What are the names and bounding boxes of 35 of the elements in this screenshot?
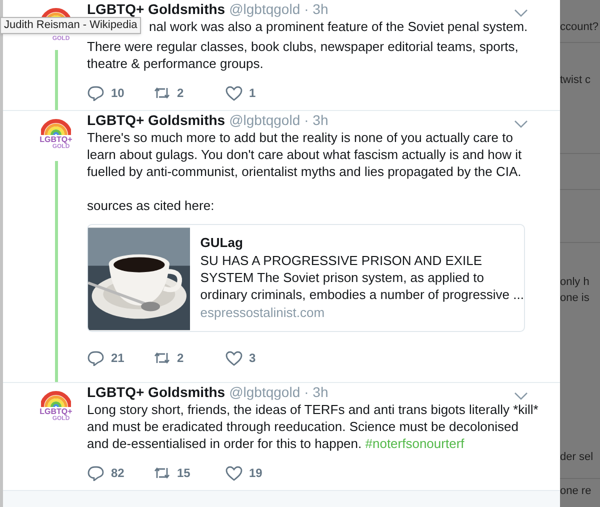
tweet-text: There's so much more to add but the reality is none of you actually care to learn about gulags. You don't care about what fascism actually is and how it fuelled by anti-communist, orientalist myths and lies propagated by the CIA. — [87, 129, 523, 180]
background-text: only h — [560, 275, 590, 290]
background-text: der sel — [560, 450, 594, 465]
link-card[interactable]: GULag SU HAS A PROGRESSIVE PRISON AND EXILE SYSTEM The Soviet prison system, as applied to ordinary criminals, embodies a number of progressive ... espressostalinist.com — [87, 224, 525, 332]
author-handle[interactable]: @lgbtqgold — [229, 384, 300, 400]
background-text: one is — [560, 291, 590, 306]
hashtag-link[interactable]: #noterfsonourterf — [365, 436, 464, 451]
like-count[interactable]: 3 — [249, 349, 256, 367]
retweet-count[interactable]: 15 — [177, 464, 190, 482]
card-title: GULag — [200, 234, 244, 251]
card-description: SU HAS A PROGRESSIVE PRISON AND EXILE SYSTEM The Soviet prison system, as applied to ordinary criminals, embodies a number of progressive ... — [200, 252, 524, 303]
tweet-text: nal work was also a prominent feature of the Soviet penal system. — [149, 18, 528, 35]
tooltip: Judith Reisman - Wikipedia — [0, 17, 142, 34]
timestamp[interactable]: · 3h — [304, 384, 328, 400]
reply-count[interactable]: 10 — [111, 84, 124, 102]
timestamp[interactable]: · 3h — [304, 1, 328, 17]
reply-count[interactable]: 21 — [111, 349, 124, 367]
like-count[interactable]: 19 — [249, 464, 262, 482]
background-text: ccount? — [560, 20, 599, 35]
author-handle[interactable]: @lgbtqgold — [229, 112, 300, 128]
tweet-text: There were regular classes, book clubs, newspaper editorial teams, sports, theatre & performance groups. — [87, 38, 520, 72]
reply-count[interactable]: 82 — [111, 464, 124, 482]
tweet-text: Long story short, friends, the ideas of TERFs and anti trans bigots literally *kill* and must be eradicated through reeducation. Science must be decolonised and de-essentialised in order for this to happen. #noterfsonourterf — [87, 401, 538, 452]
author-handle[interactable]: @lgbtqgold — [229, 1, 300, 17]
timestamp[interactable]: · 3h — [304, 112, 328, 128]
retweet-count[interactable]: 2 — [177, 84, 184, 102]
tweet-text: sources as cited here: — [87, 197, 216, 214]
retweet-count[interactable]: 2 — [177, 349, 184, 367]
card-domain: espressostalinist.com — [200, 304, 326, 321]
background-text: twist c — [560, 73, 591, 88]
like-count[interactable]: 1 — [249, 84, 256, 102]
author-name[interactable]: LGBTQ+ Goldsmiths — [87, 384, 226, 400]
background-text: one re — [560, 484, 592, 499]
author-name[interactable]: LGBTQ+ Goldsmiths — [87, 112, 226, 128]
author-name[interactable]: LGBTQ+ Goldsmiths — [87, 1, 226, 17]
